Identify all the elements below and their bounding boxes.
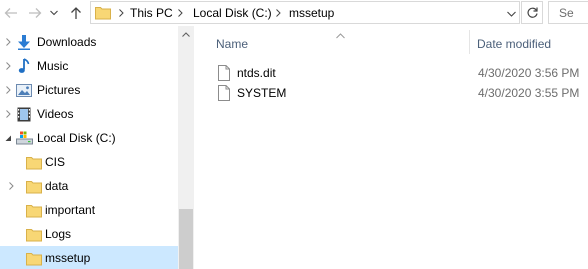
sidebar-item-logs[interactable]: Logs	[0, 222, 178, 246]
back-arrow-icon[interactable]	[2, 3, 20, 23]
up-arrow-icon[interactable]	[67, 3, 85, 23]
breadcrumb-separator-icon[interactable]	[174, 5, 186, 21]
address-bar[interactable]: This PC Local Disk (C:) mssetup	[90, 1, 520, 24]
folder-icon	[25, 225, 43, 243]
folder-icon	[25, 177, 43, 195]
refresh-icon[interactable]	[521, 1, 543, 24]
folder-icon	[25, 153, 43, 171]
expand-chevron-icon[interactable]	[3, 37, 13, 47]
sidebar-item-mssetup[interactable]: mssetup	[0, 246, 178, 269]
breadcrumb-local-disk[interactable]: Local Disk (C:)	[193, 5, 272, 21]
sidebar-item-cis[interactable]: CIS	[0, 150, 178, 174]
drive-icon	[15, 129, 33, 147]
file-date-modified: 4/30/2020 3:55 PM	[478, 86, 580, 100]
sidebar-item-important[interactable]: important	[0, 198, 178, 222]
sidebar-item-label: important	[45, 203, 96, 217]
column-header-name[interactable]: Name	[216, 36, 248, 52]
folder-icon	[25, 249, 43, 267]
videos-icon	[15, 105, 33, 123]
file-icon	[217, 64, 231, 82]
file-date-modified: 4/30/2020 3:56 PM	[478, 66, 580, 80]
sidebar-item-label: Music	[37, 59, 69, 73]
search-input[interactable]: Se	[548, 1, 588, 24]
sidebar-item-label: Local Disk (C:)	[37, 131, 116, 145]
forward-arrow-icon[interactable]	[26, 3, 44, 23]
sidebar-item-videos[interactable]: Videos	[0, 102, 178, 126]
sidebar-item-label: Pictures	[37, 83, 81, 97]
sidebar-item-label: CIS	[45, 155, 66, 169]
expand-chevron-icon[interactable]	[3, 61, 13, 71]
sidebar-item-local-disk[interactable]: Local Disk (C:)	[0, 126, 178, 150]
navigation-pane: Downloads Music Pictures Videos Local Di…	[0, 26, 194, 269]
breadcrumb-separator-icon[interactable]	[115, 5, 127, 21]
scroll-up-arrow-icon[interactable]	[178, 26, 194, 43]
column-header-date-modified[interactable]: Date modified	[477, 36, 551, 52]
expand-chevron-icon[interactable]	[6, 181, 16, 191]
navigation-bar: This PC Local Disk (C:) mssetup Se	[0, 0, 588, 26]
sidebar-item-label: data	[45, 179, 69, 193]
expand-chevron-icon[interactable]	[3, 85, 13, 95]
address-dropdown-icon[interactable]	[503, 3, 519, 24]
pictures-icon	[15, 81, 33, 99]
file-name: ntds.dit	[237, 66, 276, 80]
sidebar-item-pictures[interactable]: Pictures	[0, 78, 178, 102]
collapse-chevron-icon[interactable]	[3, 133, 13, 143]
sidebar-item-label: Downloads	[37, 35, 97, 49]
sidebar-item-label: Videos	[37, 107, 74, 121]
scrollbar-thumb[interactable]	[179, 209, 193, 269]
chevron-down-icon[interactable]	[48, 3, 60, 23]
sidebar-item-label: mssetup	[45, 251, 91, 265]
sidebar-item-data[interactable]: data	[0, 174, 178, 198]
expand-chevron-icon[interactable]	[3, 109, 13, 119]
file-icon	[217, 84, 231, 102]
file-row-ntds[interactable]: ntds.dit 4/30/2020 3:56 PM	[214, 62, 588, 84]
breadcrumb-separator-icon[interactable]	[272, 5, 284, 21]
sidebar-item-downloads[interactable]: Downloads	[0, 30, 178, 54]
sidebar-item-label: Logs	[45, 227, 72, 241]
file-name: SYSTEM	[237, 86, 287, 100]
navigation-scrollbar[interactable]	[178, 26, 194, 269]
folder-icon	[95, 5, 111, 23]
music-icon	[15, 57, 33, 75]
column-divider[interactable]	[469, 30, 470, 54]
search-placeholder: Se	[559, 6, 574, 20]
file-row-system[interactable]: SYSTEM 4/30/2020 3:55 PM	[214, 82, 588, 104]
sidebar-item-music[interactable]: Music	[0, 54, 178, 78]
breadcrumb-this-pc[interactable]: This PC	[130, 5, 173, 21]
breadcrumb-mssetup[interactable]: mssetup	[289, 5, 334, 21]
folder-icon	[25, 201, 43, 219]
file-list-pane: Name Date modified ntds.dit 4/30/2020 3:…	[194, 26, 588, 269]
download-icon	[15, 33, 33, 51]
sort-ascending-icon	[336, 28, 345, 42]
